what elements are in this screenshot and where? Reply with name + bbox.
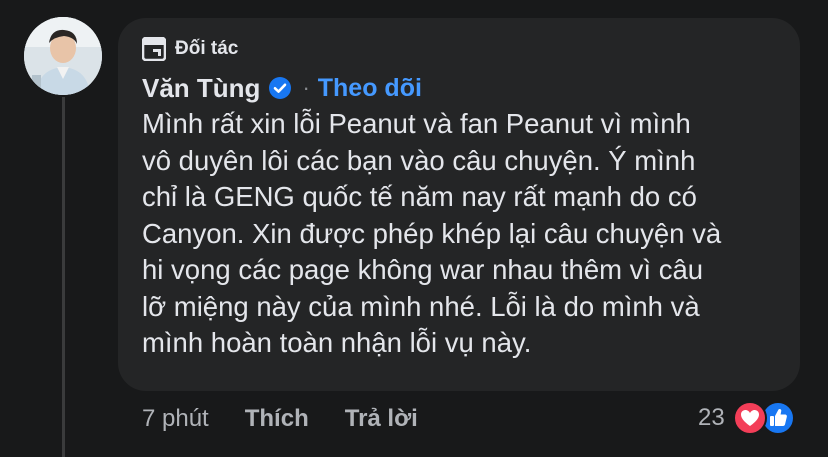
avatar[interactable] <box>24 17 102 95</box>
verified-badge-icon <box>268 76 292 100</box>
follow-button[interactable]: Theo dõi <box>318 74 422 103</box>
separator-dot: · <box>302 75 310 100</box>
reaction-count: 23 <box>698 404 725 431</box>
avatar-image <box>24 17 102 95</box>
author-name[interactable]: Văn Tùng <box>142 73 260 104</box>
reply-button[interactable]: Trả lời <box>345 405 418 433</box>
partner-badge-label: Đối tác <box>175 38 239 59</box>
partner-badge-icon <box>141 36 167 62</box>
reaction-summary[interactable]: 23 <box>698 400 795 436</box>
love-icon <box>732 401 767 435</box>
author-row: Văn Tùng · Theo dõi <box>142 70 422 106</box>
comment-screen: Đối tác Văn Tùng · Theo dõi Mình rất xin… <box>0 0 828 457</box>
thread-line <box>62 97 65 457</box>
partner-badge: Đối tác <box>141 36 239 62</box>
comment-bubble: Đối tác Văn Tùng · Theo dõi Mình rất xin… <box>118 18 800 391</box>
like-button[interactable]: Thích <box>245 405 309 433</box>
comment-actions: 7 phút Thích Trả lời <box>142 402 418 436</box>
comment-text: Mình rất xin lỗi Peanut và fan Peanut vì… <box>142 108 722 358</box>
comment-timestamp[interactable]: 7 phút <box>142 405 209 433</box>
